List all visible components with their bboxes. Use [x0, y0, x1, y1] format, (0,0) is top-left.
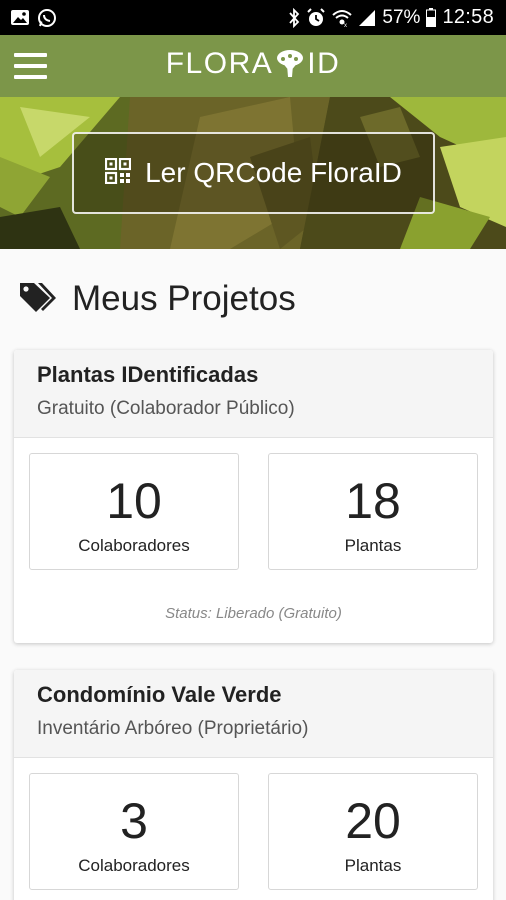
collaborators-label: Colaboradores — [78, 856, 190, 875]
bluetooth-icon — [288, 7, 300, 28]
brand-text-left: FLORA — [165, 47, 274, 80]
main-content: Meus Projetos Plantas IDentificadas Grat… — [0, 249, 506, 900]
project-subtitle: Gratuito (Colaborador Público) — [37, 398, 295, 419]
image-notification-icon — [10, 9, 30, 26]
qr-code-icon — [105, 157, 132, 189]
app-bar: FLORA ID — [0, 35, 506, 97]
plants-stat[interactable]: 18 Plantas — [268, 453, 478, 570]
plants-label: Plantas — [344, 856, 402, 875]
project-title: Plantas IDentificadas — [37, 362, 259, 387]
qr-code-scan-button[interactable]: Ler QRCode FloraID — [72, 132, 435, 214]
project-card[interactable]: Condomínio Vale Verde Inventário Arbóreo… — [14, 670, 493, 900]
project-status: Status: Liberado (Gratuito) — [165, 605, 342, 622]
svg-text:x: x — [344, 23, 347, 27]
project-card[interactable]: Plantas IDentificadas Gratuito (Colabora… — [14, 350, 493, 643]
plants-count: 18 — [345, 473, 401, 529]
brand-text-right: ID — [307, 47, 341, 80]
plants-label: Plantas — [344, 536, 402, 555]
tags-icon — [18, 280, 58, 319]
section-title: Meus Projetos — [72, 279, 296, 318]
clock: 12:58 — [442, 6, 494, 28]
battery-icon — [426, 8, 437, 27]
app-logo: FLORA ID — [0, 47, 506, 81]
collaborators-label: Colaboradores — [78, 536, 190, 555]
section-header: Meus Projetos — [18, 279, 296, 319]
project-card-header: Plantas IDentificadas Gratuito (Colabora… — [14, 350, 493, 438]
project-card-header: Condomínio Vale Verde Inventário Arbóreo… — [14, 670, 493, 758]
project-title: Condomínio Vale Verde — [37, 682, 282, 707]
status-bar: x 57% 12:58 — [0, 0, 506, 35]
alarm-icon — [306, 7, 326, 28]
collaborators-count: 10 — [106, 473, 162, 529]
project-subtitle: Inventário Arbóreo (Proprietário) — [37, 718, 309, 739]
collaborators-count: 3 — [120, 793, 148, 849]
qr-button-label: Ler QRCode FloraID — [145, 157, 402, 188]
signal-icon — [358, 9, 376, 27]
collaborators-stat[interactable]: 3 Colaboradores — [29, 773, 239, 890]
whatsapp-icon — [37, 8, 57, 28]
plants-stat[interactable]: 20 Plantas — [268, 773, 478, 890]
battery-percent: 57% — [382, 6, 421, 28]
plants-count: 20 — [345, 793, 401, 849]
wifi-icon: x — [332, 9, 353, 27]
collaborators-stat[interactable]: 10 Colaboradores — [29, 453, 239, 570]
hero-banner: Ler QRCode FloraID — [0, 97, 506, 249]
tree-logo-icon — [275, 49, 305, 79]
